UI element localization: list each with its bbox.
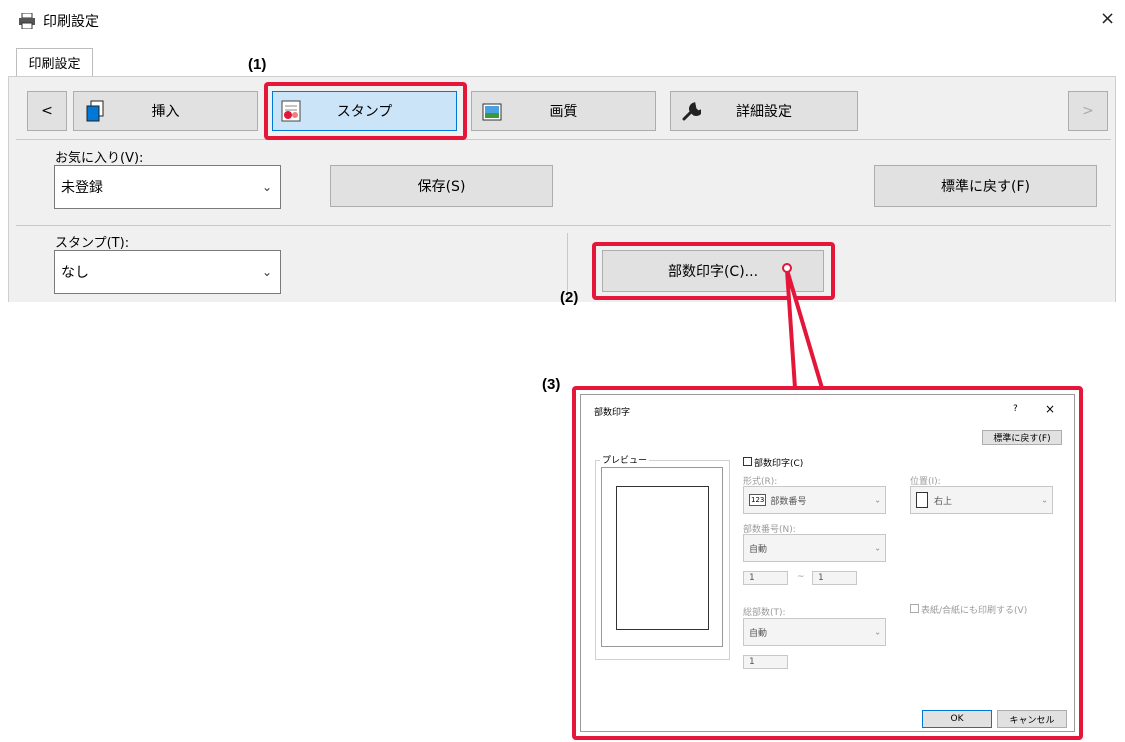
- format-select[interactable]: 123 部数番号 ⌄: [743, 486, 886, 514]
- range-from-input[interactable]: 1: [743, 571, 788, 585]
- chevron-down-icon: ⌄: [874, 627, 881, 637]
- preview-page: [616, 486, 709, 630]
- range-separator: ~: [797, 572, 805, 582]
- cover-checkbox[interactable]: [910, 604, 919, 613]
- total-select[interactable]: 自動 ⌄: [743, 618, 886, 646]
- dialog-close-button[interactable]: ×: [1045, 402, 1055, 416]
- enable-checkbox[interactable]: [743, 457, 752, 466]
- cancel-button[interactable]: キャンセル: [997, 710, 1067, 728]
- chevron-down-icon: ⌄: [1041, 495, 1048, 505]
- help-button[interactable]: ?: [1013, 404, 1018, 414]
- page-icon: [916, 492, 928, 508]
- chevron-down-icon: ⌄: [874, 495, 881, 505]
- cover-checkbox-label: 表紙/合紙にも印刷する(V): [921, 606, 1028, 616]
- number-select[interactable]: 自動 ⌄: [743, 534, 886, 562]
- total-label: 総部数(T):: [743, 608, 786, 618]
- format-icon: 123: [749, 494, 767, 506]
- dialog-reset-button[interactable]: 標準に戻す(F): [982, 430, 1062, 445]
- range-to-input[interactable]: 1: [812, 571, 857, 585]
- position-select[interactable]: 右上 ⌄: [910, 486, 1053, 514]
- enable-checkbox-label: 部数印字(C): [754, 459, 804, 469]
- dialog-title: 部数印字: [594, 408, 631, 418]
- preview-label: プレビュー: [600, 453, 650, 466]
- chevron-down-icon: ⌄: [874, 543, 881, 553]
- total-number-input[interactable]: 1: [743, 655, 788, 669]
- ok-button[interactable]: OK: [922, 710, 992, 728]
